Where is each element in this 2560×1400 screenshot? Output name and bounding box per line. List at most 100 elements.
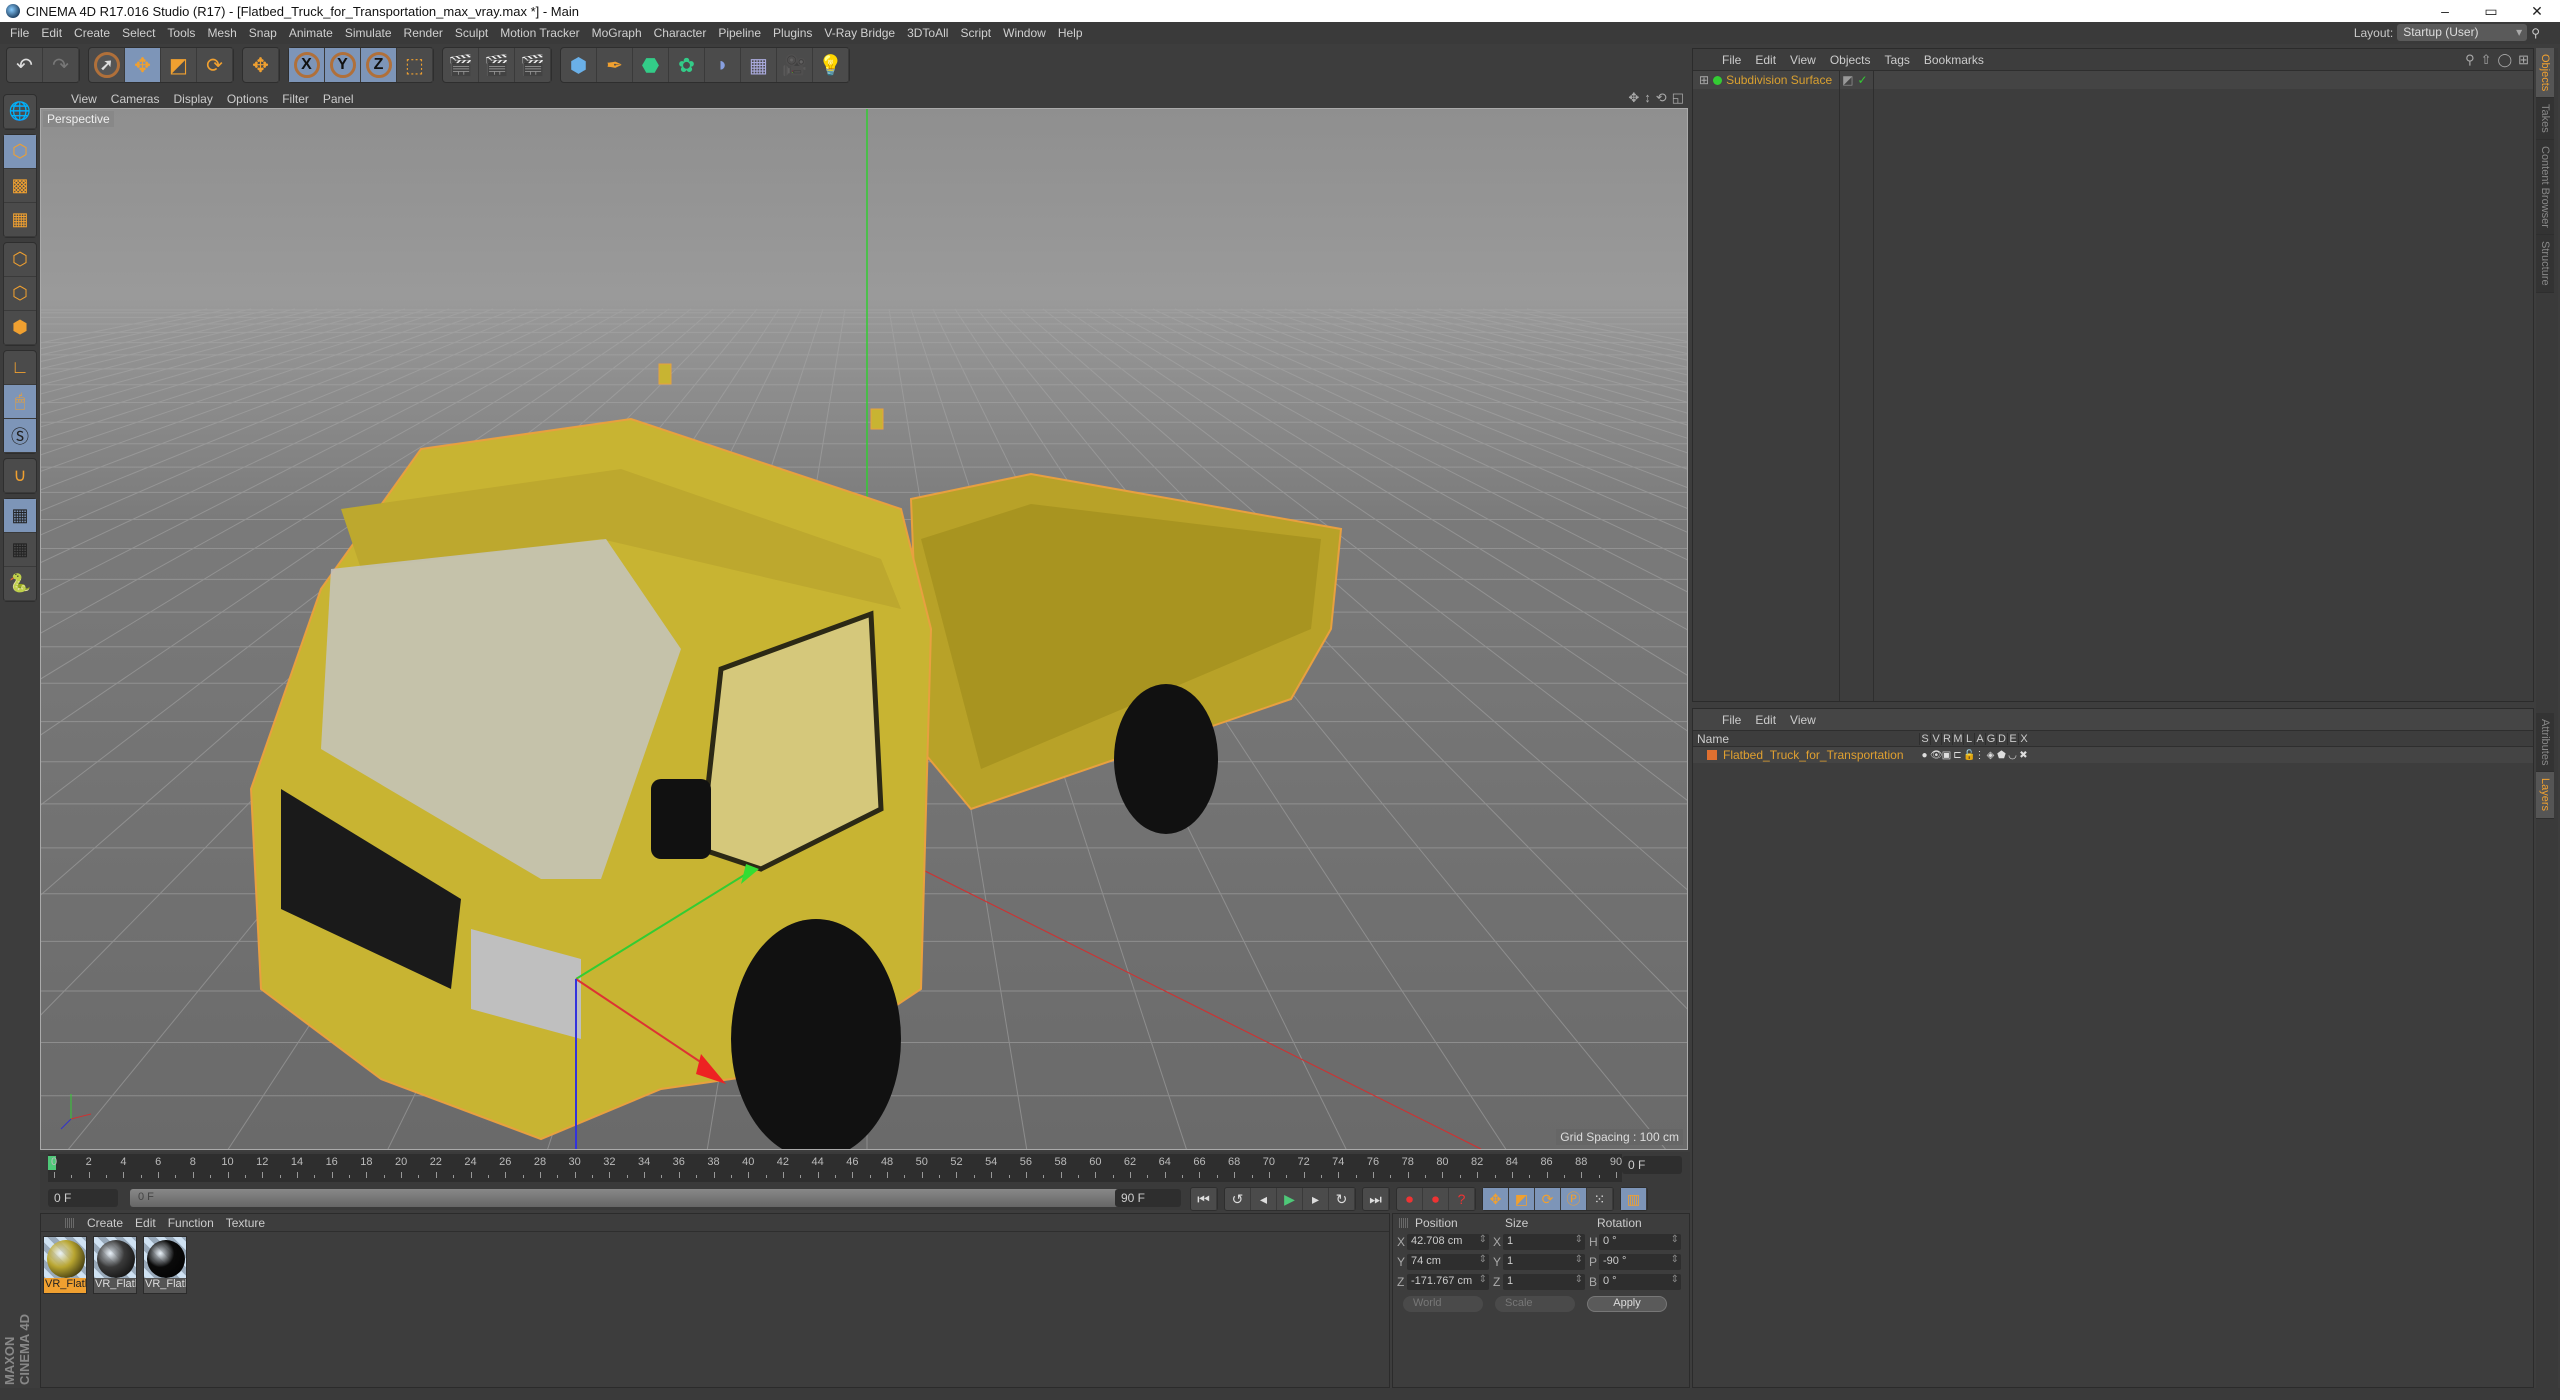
keyframe-selection-button[interactable]: ?: [1449, 1188, 1475, 1210]
lock-workplane-button[interactable]: ▦: [4, 499, 36, 533]
menu-tools[interactable]: Tools: [161, 26, 201, 40]
menu-create[interactable]: Create: [68, 26, 116, 40]
start-frame-field[interactable]: 0 F: [48, 1189, 118, 1207]
viewport-menu-cameras[interactable]: Cameras: [104, 92, 167, 106]
edges-mode-button[interactable]: ⬡: [4, 277, 36, 311]
menu-render[interactable]: Render: [398, 26, 449, 40]
lock-icon[interactable]: 🔓: [1963, 750, 1975, 761]
object-row[interactable]: ⊞ Subdivision Surface ◩ ✓: [1693, 71, 2533, 89]
timeline-ruler[interactable]: 0 2 4 6 8 10 12 14 16 18 20 22 24 26 28 30 32 34 36 38 40 42 4…: [48, 1154, 1622, 1182]
menu-plugins[interactable]: Plugins: [767, 26, 818, 40]
scale-tool[interactable]: ◩: [161, 48, 197, 82]
object-menu-file[interactable]: File: [1715, 53, 1748, 67]
menu-mograph[interactable]: MoGraph: [586, 26, 648, 40]
object-menu-view[interactable]: View: [1783, 53, 1823, 67]
viewport-menu-options[interactable]: Options: [220, 92, 275, 106]
viewport-menu-display[interactable]: Display: [166, 92, 219, 106]
expressions-icon[interactable]: ◡: [2007, 750, 2018, 761]
menu-animate[interactable]: Animate: [283, 26, 339, 40]
filter-icon[interactable]: ◯: [2498, 52, 2513, 68]
side-tab-layers[interactable]: Layers: [2536, 772, 2554, 819]
layer-column-x[interactable]: X: [2018, 732, 2029, 745]
new-window-icon[interactable]: ⊞: [2518, 52, 2529, 68]
solo-icon[interactable]: ●: [1919, 750, 1930, 761]
render-clapboard-icon[interactable]: ▣: [1941, 750, 1952, 761]
xref-icon[interactable]: ✖: [2018, 750, 2029, 761]
previous-key-button[interactable]: ↺: [1225, 1188, 1251, 1210]
next-key-button[interactable]: ↻: [1329, 1188, 1355, 1210]
menu-simulate[interactable]: Simulate: [339, 26, 398, 40]
key-parameter-toggle[interactable]: Ⓟ: [1561, 1188, 1587, 1210]
play-button[interactable]: ▶: [1277, 1188, 1303, 1210]
points-mode-button[interactable]: ⬡: [4, 243, 36, 277]
polygons-mode-button[interactable]: ⬢: [4, 311, 36, 345]
home-icon[interactable]: ⇧: [2481, 52, 2492, 68]
coordinate-mode-dropdown[interactable]: World: [1403, 1296, 1483, 1312]
menu-script[interactable]: Script: [954, 26, 997, 40]
close-button[interactable]: ✕: [2514, 0, 2560, 22]
panel-grip[interactable]: [65, 1217, 75, 1228]
layer-column-m[interactable]: M: [1952, 732, 1963, 745]
end-frame-field[interactable]: 90 F: [1115, 1189, 1181, 1207]
autokey-button[interactable]: ⏺: [1423, 1188, 1449, 1210]
deformers-icon[interactable]: ⬟: [1996, 750, 2007, 761]
zoom-view-icon[interactable]: ↕: [1644, 90, 1651, 106]
expand-icon[interactable]: ⊞: [1699, 73, 1709, 87]
maximize-button[interactable]: ▭: [2468, 0, 2514, 22]
layer-column-a[interactable]: A: [1974, 732, 1985, 745]
truck-model[interactable]: [249, 363, 1343, 1150]
size-field[interactable]: 1: [1503, 1254, 1585, 1270]
layer-menu-edit[interactable]: Edit: [1748, 713, 1783, 727]
material-thumbnail[interactable]: VR_Flatl: [43, 1236, 87, 1294]
position-field[interactable]: 42.708 cm: [1407, 1234, 1489, 1250]
live-selection-tool[interactable]: ➚: [89, 48, 125, 82]
menu-file[interactable]: File: [4, 26, 35, 40]
go-to-end-button[interactable]: ⏭: [1363, 1188, 1389, 1210]
layer-menu-view[interactable]: View: [1783, 713, 1823, 727]
add-cloner-button[interactable]: ✿: [669, 48, 705, 82]
layer-column-l[interactable]: L: [1963, 732, 1974, 745]
material-thumbnail[interactable]: VR_Flatl: [93, 1236, 137, 1294]
menu-select[interactable]: Select: [116, 26, 161, 40]
workplane-align-button[interactable]: ▦: [4, 533, 36, 567]
layer-column-e[interactable]: E: [2007, 732, 2018, 745]
add-light-button[interactable]: 💡: [813, 48, 849, 82]
side-tab-content-browser[interactable]: Content Browser: [2536, 140, 2554, 235]
menu-3dtoall[interactable]: 3DToAll: [901, 26, 954, 40]
add-pen-spline-button[interactable]: ✒: [597, 48, 633, 82]
add-camera-button[interactable]: 🎥: [777, 48, 813, 82]
size-field[interactable]: 1: [1503, 1234, 1585, 1250]
next-frame-button[interactable]: ▸: [1303, 1188, 1329, 1210]
side-tab-objects[interactable]: Objects: [2536, 48, 2554, 99]
viewport-menu-view[interactable]: View: [64, 92, 104, 106]
toggle-layout-icon[interactable]: ◱: [1672, 90, 1684, 106]
menu-snap[interactable]: Snap: [243, 26, 283, 40]
menu-window[interactable]: Window: [997, 26, 1052, 40]
position-field[interactable]: 74 cm: [1407, 1254, 1489, 1270]
axis-mode-button[interactable]: ∟: [4, 351, 36, 385]
redo-button[interactable]: ↷: [43, 48, 79, 82]
go-to-start-button[interactable]: ⏮: [1191, 1188, 1217, 1210]
manager-icon[interactable]: ⊏: [1952, 750, 1963, 761]
object-menu-edit[interactable]: Edit: [1748, 53, 1783, 67]
orbit-view-icon[interactable]: ⟲: [1656, 90, 1667, 106]
menu-help[interactable]: Help: [1052, 26, 1089, 40]
rotation-field[interactable]: -90 °: [1599, 1254, 1681, 1270]
render-to-picture-viewer-button[interactable]: 🎬: [479, 48, 515, 82]
side-tab-takes[interactable]: Takes: [2536, 98, 2554, 141]
layer-color-swatch[interactable]: [1707, 750, 1717, 760]
z-axis-lock[interactable]: Z: [361, 48, 397, 82]
menu-pipeline[interactable]: Pipeline: [712, 26, 767, 40]
animation-icon[interactable]: ⋮: [1974, 750, 1985, 761]
snap-button[interactable]: Ⓢ: [4, 419, 36, 453]
material-menu-texture[interactable]: Texture: [220, 1216, 271, 1230]
move-tool[interactable]: ✥: [125, 48, 161, 82]
add-deformer-button[interactable]: ◗: [705, 48, 741, 82]
scale-mode-dropdown[interactable]: Scale: [1495, 1296, 1575, 1312]
magnet-button[interactable]: ∪: [4, 459, 36, 493]
previous-frame-button[interactable]: ◂: [1251, 1188, 1277, 1210]
menu-sculpt[interactable]: Sculpt: [449, 26, 494, 40]
y-axis-lock[interactable]: Y: [325, 48, 361, 82]
layer-column-s[interactable]: S: [1919, 732, 1930, 745]
apply-button[interactable]: Apply: [1587, 1296, 1667, 1312]
